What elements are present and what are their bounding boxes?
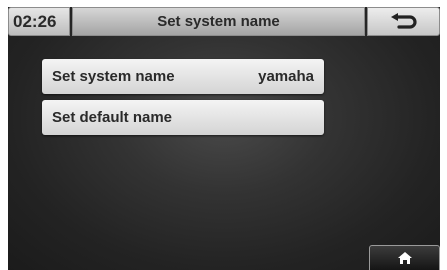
back-button[interactable]: [367, 7, 440, 36]
menu-item-set-default-name[interactable]: Set default name: [42, 100, 324, 135]
menu-item-set-system-name[interactable]: Set system name yamaha: [42, 59, 324, 94]
home-button[interactable]: [369, 245, 440, 270]
device-screen: 02:26 Set system name Set system name ya…: [0, 0, 447, 270]
back-arrow-icon: [390, 12, 417, 29]
menu-item-label: Set default name: [52, 109, 173, 126]
clock-time: 02:26: [13, 12, 57, 31]
home-icon: [397, 252, 412, 264]
header-bar: 02:26 Set system name: [8, 7, 440, 36]
page-title-text: Set system name: [157, 13, 280, 30]
page-title: Set system name: [72, 7, 365, 36]
clock-display: 02:26: [8, 7, 70, 36]
main-panel: [8, 7, 440, 270]
menu-item-label: Set system name: [52, 68, 175, 85]
system-name-value: yamaha: [258, 68, 314, 85]
